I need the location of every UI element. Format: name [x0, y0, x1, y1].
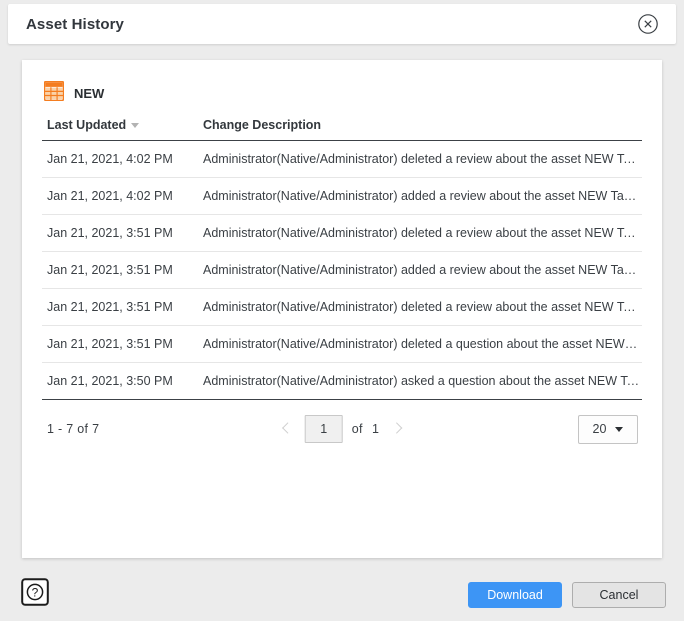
table-body: Jan 21, 2021, 4:02 PM Administrator(Nati…: [42, 140, 642, 400]
column-header-last-updated-label: Last Updated: [47, 118, 127, 132]
current-page-input[interactable]: 1: [304, 415, 343, 443]
pagination-total-pages: 1: [371, 422, 380, 436]
sort-descending-caret-icon[interactable]: [131, 123, 140, 129]
table-row[interactable]: Jan 21, 2021, 3:51 PM Administrator(Nati…: [42, 251, 642, 289]
table-row[interactable]: Jan 21, 2021, 4:02 PM Administrator(Nati…: [42, 140, 642, 178]
pagination-controls: 1 of 1: [280, 415, 405, 443]
cell-change-description: Administrator(Native/Administrator) dele…: [199, 288, 642, 326]
page-title: Asset History: [26, 15, 125, 33]
pagination-of-label: of: [351, 422, 363, 436]
cell-last-updated: Jan 21, 2021, 3:51 PM: [42, 325, 199, 363]
footer-actions: Download Cancel: [468, 581, 666, 608]
cell-change-description: Administrator(Native/Administrator) dele…: [199, 214, 642, 252]
table-row[interactable]: Jan 21, 2021, 3:51 PM Administrator(Nati…: [42, 214, 642, 252]
table-row[interactable]: Jan 21, 2021, 3:51 PM Administrator(Nati…: [42, 325, 642, 363]
dialog-titlebar: Asset History: [8, 4, 676, 44]
help-question-icon[interactable]: ?: [20, 577, 50, 612]
svg-text:?: ?: [32, 586, 39, 600]
asset-name: NEW: [74, 85, 105, 101]
cell-last-updated: Jan 21, 2021, 3:51 PM: [42, 251, 199, 289]
cell-change-description: Administrator(Native/Administrator) adde…: [199, 251, 642, 289]
pagination-bar: 1 - 7 of 7 1 of 1 20: [42, 404, 642, 454]
cell-change-description: Administrator(Native/Administrator) dele…: [199, 325, 642, 363]
column-header-change-description[interactable]: Change Description: [199, 118, 642, 141]
chevron-right-icon[interactable]: [388, 419, 404, 439]
download-button[interactable]: Download: [468, 581, 562, 608]
cell-last-updated: Jan 21, 2021, 3:51 PM: [42, 288, 199, 326]
cell-last-updated: Jan 21, 2021, 4:02 PM: [42, 140, 199, 178]
cell-last-updated: Jan 21, 2021, 3:50 PM: [42, 362, 199, 400]
cell-last-updated: Jan 21, 2021, 3:51 PM: [42, 214, 199, 252]
cell-change-description: Administrator(Native/Administrator) aske…: [199, 362, 642, 400]
dialog-footer: ? Download Cancel: [0, 568, 684, 621]
chevron-left-icon[interactable]: [280, 419, 296, 439]
table-header-row: Last Updated Change Description: [42, 118, 642, 141]
cell-change-description: Administrator(Native/Administrator) adde…: [199, 177, 642, 215]
cell-last-updated: Jan 21, 2021, 4:02 PM: [42, 177, 199, 215]
chevron-down-icon: [615, 426, 624, 432]
pagination-range: 1 - 7 of 7: [47, 422, 100, 436]
page-size-value: 20: [592, 422, 607, 436]
cell-change-description: Administrator(Native/Administrator) dele…: [199, 140, 642, 178]
close-icon[interactable]: [636, 12, 660, 36]
history-card: NEW Last Updated Change Description Jan …: [22, 60, 662, 558]
cancel-button[interactable]: Cancel: [572, 581, 666, 608]
asset-history-table: Last Updated Change Description Jan 21, …: [42, 118, 642, 400]
asset-header: NEW: [43, 78, 642, 108]
page-size-select[interactable]: 20: [578, 414, 638, 444]
column-header-last-updated[interactable]: Last Updated: [42, 118, 199, 141]
table-grid-icon: [43, 80, 65, 106]
table-row[interactable]: Jan 21, 2021, 3:50 PM Administrator(Nati…: [42, 362, 642, 400]
table-row[interactable]: Jan 21, 2021, 3:51 PM Administrator(Nati…: [42, 288, 642, 326]
table-row[interactable]: Jan 21, 2021, 4:02 PM Administrator(Nati…: [42, 177, 642, 215]
